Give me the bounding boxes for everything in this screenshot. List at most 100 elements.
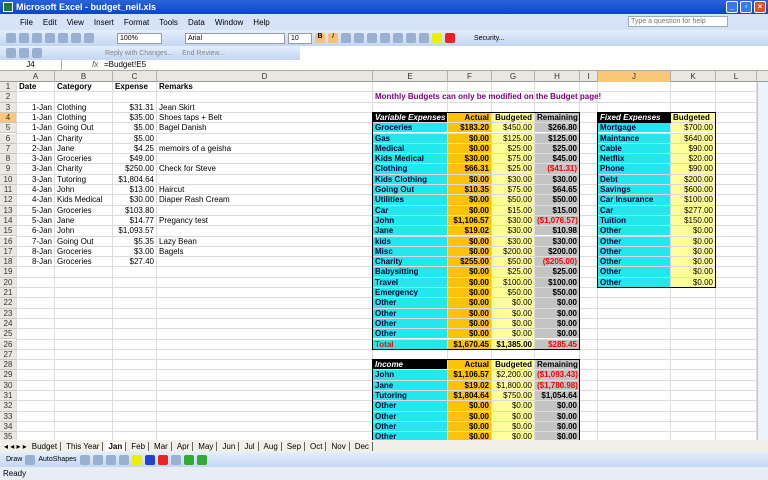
sheet-tab-jan[interactable]: Jan: [105, 441, 127, 451]
log-remarks[interactable]: [157, 257, 372, 266]
log-category[interactable]: Charity: [55, 164, 112, 173]
sheet-tab-dec[interactable]: Dec: [352, 441, 373, 451]
menu-tools[interactable]: Tools: [159, 18, 178, 27]
log-date[interactable]: 1-Jan: [17, 134, 54, 143]
row-header[interactable]: 28: [0, 360, 17, 371]
sheet-tab-aug[interactable]: Aug: [261, 441, 282, 451]
log-category[interactable]: Groceries: [55, 247, 112, 256]
help-search-input[interactable]: Type a question for help: [628, 16, 728, 27]
log-expense[interactable]: $13.00: [113, 185, 156, 194]
row-header[interactable]: 17: [0, 246, 17, 258]
log-expense[interactable]: $49.00: [113, 154, 156, 163]
log-expense[interactable]: $30.00: [113, 195, 156, 204]
log-date[interactable]: 7-Jan: [17, 237, 54, 246]
log-date[interactable]: 4-Jan: [17, 185, 54, 194]
row-header[interactable]: 34: [0, 421, 17, 433]
log-category[interactable]: Tutoring: [55, 175, 112, 184]
log-category[interactable]: Groceries: [55, 206, 112, 215]
menu-help[interactable]: Help: [253, 18, 269, 27]
autoshapes-menu[interactable]: AutoShapes: [38, 456, 76, 463]
log-expense[interactable]: $27.40: [113, 257, 156, 266]
font-color-icon[interactable]: [157, 454, 168, 465]
log-category[interactable]: Charity: [55, 134, 112, 143]
font-size-select[interactable]: 10: [288, 32, 312, 44]
row-header[interactable]: 16: [0, 236, 17, 247]
draw-menu[interactable]: Draw: [6, 456, 22, 463]
log-remarks[interactable]: Pregancy test: [157, 216, 372, 225]
font-select[interactable]: Arial: [185, 32, 285, 44]
autosum-icon[interactable]: [84, 33, 94, 43]
percent-icon[interactable]: [406, 33, 416, 43]
row-header[interactable]: 24: [0, 318, 17, 330]
log-remarks[interactable]: Haircut: [157, 185, 372, 194]
sheet-tab-mar[interactable]: Mar: [151, 441, 172, 451]
log-category[interactable]: Clothing: [55, 103, 112, 112]
column-header-C[interactable]: C: [113, 71, 157, 82]
sheet-tab-nov[interactable]: Nov: [328, 441, 350, 451]
log-header[interactable]: Date: [17, 82, 54, 91]
font-color-icon[interactable]: [445, 33, 455, 43]
row-header[interactable]: 29: [0, 370, 17, 381]
menu-data[interactable]: Data: [188, 18, 205, 27]
log-remarks[interactable]: Lazy Bean: [157, 237, 372, 246]
open-icon[interactable]: [19, 33, 29, 43]
row-header[interactable]: 5: [0, 123, 17, 134]
row-header[interactable]: 19: [0, 267, 17, 278]
log-expense[interactable]: $103.80: [113, 206, 156, 215]
line-color-icon[interactable]: [144, 454, 155, 465]
log-category[interactable]: Groceries: [55, 154, 112, 163]
row-header[interactable]: 27: [0, 349, 17, 361]
row-header[interactable]: 20: [0, 277, 17, 288]
security-button[interactable]: Security...: [474, 35, 505, 42]
log-date[interactable]: 8-Jan: [17, 257, 54, 266]
row-header[interactable]: 33: [0, 411, 17, 422]
log-date[interactable]: 4-Jan: [17, 195, 54, 204]
log-date[interactable]: 1-Jan: [17, 123, 54, 132]
align-right-icon[interactable]: [367, 33, 377, 43]
line-style-icon[interactable]: [170, 454, 181, 465]
currency-icon[interactable]: [393, 33, 403, 43]
log-remarks[interactable]: [157, 175, 372, 184]
row-header[interactable]: 3: [0, 102, 17, 113]
zoom-select[interactable]: 100%: [117, 32, 162, 44]
print-icon[interactable]: [45, 33, 55, 43]
log-remarks[interactable]: Bagels: [157, 247, 372, 256]
log-date[interactable]: 3-Jan: [17, 175, 54, 184]
column-header-G[interactable]: G: [492, 71, 535, 82]
merge-icon[interactable]: [380, 33, 390, 43]
line-icon[interactable]: [79, 454, 90, 465]
log-category[interactable]: Clothing: [55, 113, 112, 122]
formula-input[interactable]: =Budget!E5: [104, 60, 146, 69]
sheet-tab-apr[interactable]: Apr: [174, 441, 194, 451]
log-header[interactable]: Expense: [113, 82, 156, 91]
log-expense[interactable]: $35.00: [113, 113, 156, 122]
sheet-tab-jul[interactable]: Jul: [241, 441, 259, 451]
log-category[interactable]: Groceries: [55, 257, 112, 266]
minimize-button[interactable]: _: [726, 1, 738, 13]
fx-icon[interactable]: fx: [92, 60, 98, 69]
log-expense[interactable]: $4.25: [113, 144, 156, 153]
vertical-scrollbar[interactable]: [757, 82, 768, 440]
log-expense[interactable]: $5.35: [113, 237, 156, 246]
log-header[interactable]: Category: [55, 82, 112, 91]
menu-edit[interactable]: Edit: [43, 18, 57, 27]
log-date[interactable]: 1-Jan: [17, 103, 54, 112]
log-category[interactable]: Going Out: [55, 237, 112, 246]
fill-color-icon[interactable]: [131, 454, 142, 465]
log-category[interactable]: Going Out: [55, 123, 112, 132]
row-header[interactable]: 31: [0, 391, 17, 402]
rectangle-icon[interactable]: [92, 454, 103, 465]
log-category[interactable]: Kids Medical: [55, 195, 112, 204]
menu-file[interactable]: File: [20, 18, 33, 27]
column-header-K[interactable]: K: [671, 71, 716, 82]
select-objects-icon[interactable]: [25, 454, 36, 465]
log-category[interactable]: Jane: [55, 216, 112, 225]
column-header-B[interactable]: B: [55, 71, 113, 82]
review-icon[interactable]: [6, 48, 16, 58]
row-header[interactable]: 7: [0, 143, 17, 155]
log-expense[interactable]: $1,804.64: [113, 175, 156, 184]
3d-icon[interactable]: [196, 454, 207, 465]
log-remarks[interactable]: Shoes taps + Belt: [157, 113, 372, 122]
row-header[interactable]: 22: [0, 298, 17, 309]
log-remarks[interactable]: Diaper Rash Cream: [157, 195, 372, 204]
